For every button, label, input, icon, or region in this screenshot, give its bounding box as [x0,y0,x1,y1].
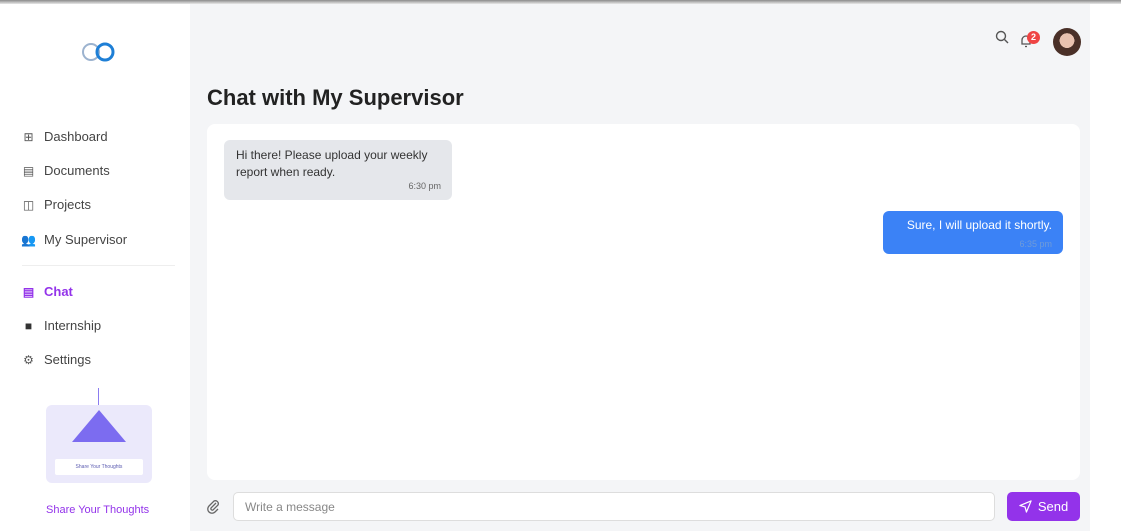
sidebar-item-projects[interactable]: ◫ Projects [22,197,91,212]
grid-icon: ⊞ [23,129,34,144]
document-icon: ▤ [22,163,35,178]
sidebar-item-chat[interactable]: ▤ Chat [22,284,73,299]
page-title: Chat with My Supervisor [207,85,464,110]
sidebar-item-documents[interactable]: ▤ Documents [22,163,110,178]
sidebar-item-label: Settings [44,352,91,367]
message-input[interactable] [233,492,995,521]
message-text: Sure, I will upload it shortly. [906,218,1052,232]
right-edge [1090,4,1121,531]
sidebar-item-label: Projects [44,197,91,212]
message-time: 6:30 pm [408,181,441,191]
briefcase-icon: ■ [24,318,33,333]
incoming-message: Hi there! Please upload your weekly repo… [224,140,452,200]
sidebar-item-label: Chat [44,284,73,299]
sidebar-item-internship[interactable]: ■ Internship [22,318,101,333]
send-icon [1019,500,1032,513]
users-icon: 👥 [21,232,36,247]
sidebar-item-label: Dashboard [44,129,108,144]
send-button[interactable]: Send [1007,492,1080,521]
sidebar-item-label: My Supervisor [44,232,128,247]
logo[interactable] [78,40,118,72]
share-thoughts-link[interactable]: Share Your Thoughts [46,504,149,516]
attach-icon[interactable] [206,498,220,518]
chat-panel: Hi there! Please upload your weekly repo… [207,124,1080,480]
send-label: Send [1037,499,1069,514]
sidebar-divider [22,265,175,266]
share-thoughts-promo-button[interactable]: Share Your Thoughts [55,459,143,475]
kanban-icon: ◫ [22,197,35,212]
sidebar-item-label: Documents [44,163,110,178]
feedback-promo-card: Share Your Thoughts [46,405,152,483]
sidebar-item-settings[interactable]: ⚙ Settings [22,352,91,367]
gear-icon: ⚙ [23,352,34,367]
logo-icon [82,42,115,62]
sidebar-item-my-supervisor[interactable]: 👥 My Supervisor [21,232,128,247]
sidebar-item-dashboard[interactable]: ⊞ Dashboard [22,129,108,144]
lamp-illustration [72,410,126,442]
search-icon[interactable] [995,30,1009,49]
message-time: 6:35 pm [1019,239,1052,249]
notification-badge: 2 [1027,31,1040,44]
chat-icon: ▤ [22,284,35,299]
user-avatar[interactable] [1053,28,1081,56]
message-text: Hi there! Please upload your weekly repo… [236,148,428,179]
sidebar-item-label: Internship [44,318,102,333]
outgoing-message: Sure, I will upload it shortly. 6:35 pm [883,211,1063,254]
